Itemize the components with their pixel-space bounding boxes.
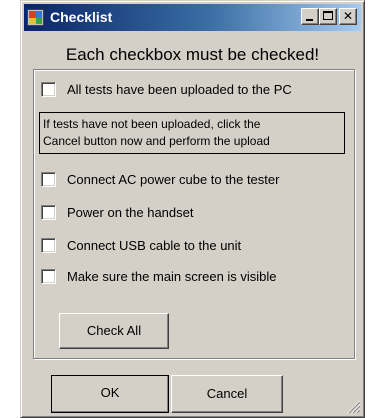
minimize-icon [306, 19, 313, 21]
close-icon: ✕ [342, 9, 354, 23]
checkbox-label[interactable]: Connect USB cable to the unit [67, 238, 241, 254]
maximize-icon [323, 11, 333, 20]
checkbox[interactable] [41, 205, 56, 220]
checkbox-label[interactable]: All tests have been uploaded to the PC [67, 82, 292, 98]
note-line: If tests have not been uploaded, click t… [43, 117, 261, 131]
checkbox[interactable] [41, 172, 56, 187]
checkbox[interactable] [41, 82, 56, 97]
instruction-heading: Each checkbox must be checked! [65, 45, 320, 64]
app-icon [27, 9, 44, 26]
checkbox-label[interactable]: Power on the handset [67, 205, 193, 221]
note-line: Cancel button now and perform the upload [43, 134, 270, 148]
ok-button[interactable]: OK [51, 375, 169, 413]
maximize-button[interactable] [319, 8, 337, 25]
title-bar[interactable]: Checklist ✕ [24, 4, 361, 31]
minimize-button[interactable] [301, 8, 319, 25]
upload-note: If tests have not been uploaded, click t… [39, 112, 345, 154]
cancel-button[interactable]: Cancel [171, 375, 283, 413]
checkbox-label[interactable]: Connect AC power cube to the tester [67, 172, 279, 188]
close-button[interactable]: ✕ [339, 8, 357, 25]
check-all-button[interactable]: Check All [59, 313, 169, 349]
checkbox[interactable] [41, 238, 56, 253]
window-controls: ✕ [301, 8, 357, 25]
window-title: Checklist [50, 9, 113, 25]
checklist-dialog: Checklist ✕ Each checkbox must be checke… [20, 0, 365, 418]
checkbox-label[interactable]: Make sure the main screen is visible [67, 269, 277, 285]
checkbox[interactable] [41, 269, 56, 284]
resize-grip-icon[interactable] [347, 400, 361, 414]
